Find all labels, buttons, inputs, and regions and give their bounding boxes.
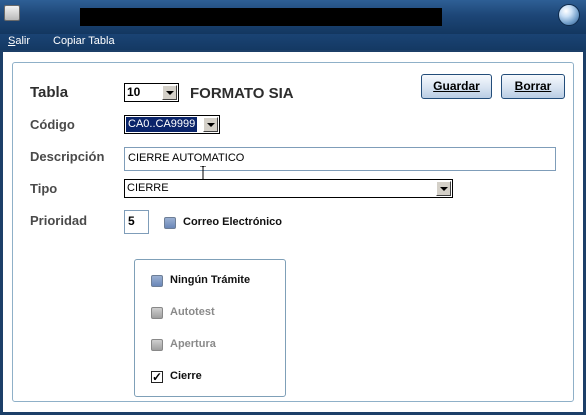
apertura-checkbox: [151, 339, 163, 351]
menu-bar: Salir Copiar Tabla: [0, 34, 586, 50]
form-frame: Tabla 10 FORMATO SIA Guardar Borrar Códi…: [12, 62, 574, 402]
prioridad-label: Prioridad: [30, 213, 88, 228]
menu-copiar-tabla[interactable]: Copiar Tabla: [53, 35, 115, 48]
ningun-tramite-label: Ningún Trámite: [170, 274, 251, 286]
codigo-select[interactable]: CA0..CA9999: [124, 115, 220, 134]
codigo-select-value: CA0..CA9999: [126, 117, 198, 132]
ningun-tramite-checkbox[interactable]: [151, 275, 163, 287]
prioridad-field[interactable]: 5: [124, 210, 149, 234]
tabla-caption: FORMATO SIA: [190, 85, 294, 102]
menu-copiar-tabla-label: Copiar Tabla: [53, 35, 115, 47]
chevron-down-icon[interactable]: [162, 85, 177, 100]
guardar-button[interactable]: Guardar: [421, 74, 492, 99]
check-mark-icon: ✓: [152, 370, 163, 384]
tabla-select[interactable]: 10: [124, 83, 179, 102]
text-cursor-icon: [200, 166, 206, 180]
app-window: Salir Copiar Tabla Tabla 10 FORMATO SIA …: [0, 0, 586, 415]
codigo-label: Código: [30, 117, 75, 132]
window-title: [80, 8, 442, 26]
tipo-select-value: CIERRE: [127, 182, 169, 194]
tabla-select-value: 10: [127, 85, 141, 99]
app-icon[interactable]: [4, 5, 20, 21]
borrar-button[interactable]: Borrar: [501, 74, 565, 99]
window-orb-icon[interactable]: [558, 4, 580, 26]
chevron-down-icon[interactable]: [203, 117, 218, 132]
cierre-label: Cierre: [170, 370, 202, 382]
form-panel: Tabla 10 FORMATO SIA Guardar Borrar Códi…: [3, 52, 583, 412]
correo-checkbox[interactable]: [164, 217, 176, 229]
menu-salir-label: alir: [15, 35, 31, 47]
options-group: Ningún Trámite Autotest Apertura ✓ Cierr…: [134, 259, 286, 397]
autotest-checkbox: [151, 307, 163, 319]
tipo-label: Tipo: [30, 181, 58, 196]
apertura-label: Apertura: [170, 338, 216, 350]
descripcion-field[interactable]: CIERRE AUTOMATICO: [124, 147, 556, 171]
tabla-label: Tabla: [30, 84, 69, 101]
title-bar: [0, 0, 586, 34]
descripcion-label: Descripción: [30, 149, 105, 164]
cierre-checkbox[interactable]: ✓: [151, 371, 163, 383]
tipo-select[interactable]: CIERRE: [124, 179, 453, 198]
chevron-down-icon[interactable]: [436, 181, 451, 196]
autotest-label: Autotest: [170, 306, 215, 318]
correo-label: Correo Electrónico: [183, 216, 283, 228]
menu-salir[interactable]: Salir: [8, 35, 30, 48]
